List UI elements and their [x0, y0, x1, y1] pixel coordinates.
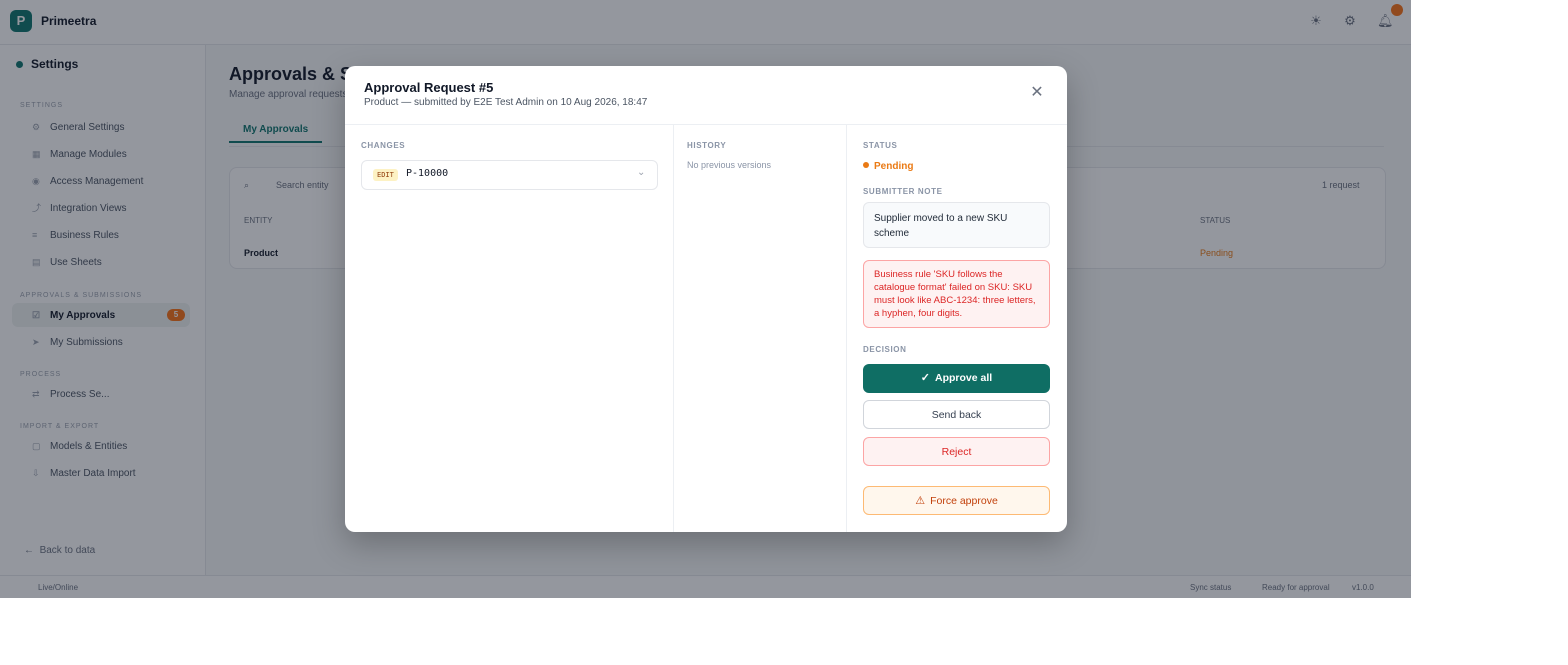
approve-all-button[interactable]: ✓ Approve all	[863, 364, 1050, 393]
check-circle-icon: ✓	[920, 372, 931, 384]
business-rule-error: Business rule 'SKU follows the catalogue…	[863, 260, 1050, 328]
history-empty-text: No previous versions	[687, 160, 772, 170]
changes-label: CHANGES	[361, 141, 406, 150]
column-divider	[846, 124, 847, 532]
approval-request-modal: Approval Request #5 Product — submitted …	[345, 66, 1067, 532]
reject-button[interactable]: Reject	[863, 437, 1050, 466]
change-record-id: P-10000	[406, 168, 449, 179]
column-divider	[673, 124, 674, 532]
status-label: STATUS	[863, 141, 898, 150]
submitter-note-label: SUBMITTER NOTE	[863, 187, 943, 196]
force-approve-button[interactable]: ⚠︎ Force approve	[863, 486, 1050, 515]
app-window: P Primeetra ☀ ⚙ 🔔︎ Settings Settings ⚙ Ge…	[0, 0, 1411, 598]
decision-label: DECISION	[863, 345, 907, 354]
edit-badge: EDIT	[373, 169, 398, 181]
send-back-button[interactable]: Send back	[863, 400, 1050, 429]
close-icon[interactable]: ✕	[1028, 84, 1046, 102]
modal-subtitle: Product — submitted by E2E Test Admin on…	[364, 97, 648, 108]
status-dot-icon	[863, 162, 869, 168]
history-label: HISTORY	[687, 141, 727, 150]
warning-triangle-icon: ⚠︎	[915, 495, 926, 507]
chevron-down-icon: ⌄	[637, 167, 646, 178]
submitter-note: Supplier moved to a new SKU scheme	[863, 202, 1050, 248]
status-badge: Pending	[863, 161, 913, 172]
modal-header: Approval Request #5 Product — submitted …	[345, 66, 1067, 125]
modal-title: Approval Request #5	[364, 80, 494, 95]
change-item-dropdown[interactable]: EDIT P-10000 ⌄	[361, 160, 658, 190]
